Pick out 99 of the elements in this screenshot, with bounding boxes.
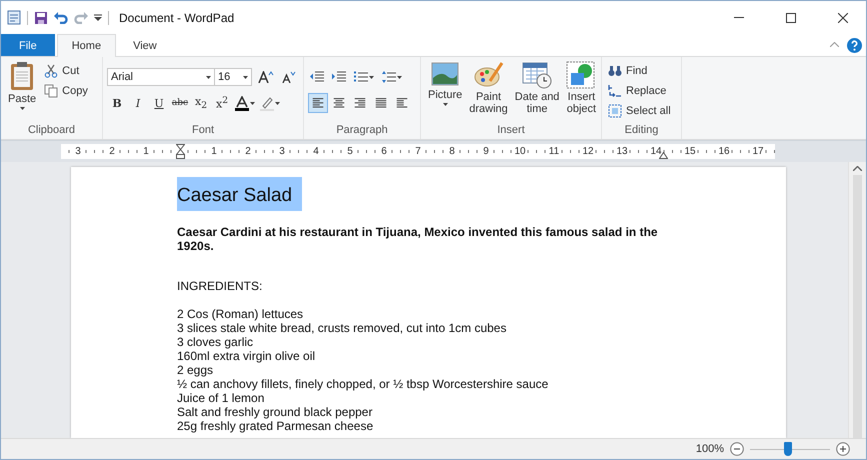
align-paragraph-icon bbox=[395, 97, 409, 109]
editing-button[interactable]: Select all bbox=[606, 101, 673, 121]
font-size-dropdown[interactable]: 16 bbox=[214, 68, 252, 86]
chevron-up-icon bbox=[830, 42, 839, 46]
align-center-icon bbox=[332, 97, 346, 109]
group-label: Clipboard bbox=[26, 124, 76, 138]
caret-icon bbox=[397, 76, 402, 78]
caret-icon bbox=[243, 76, 248, 78]
copy-button[interactable]: Copy bbox=[42, 81, 90, 101]
ruler-number: 15 bbox=[683, 146, 697, 158]
copy-icon bbox=[44, 84, 58, 98]
right-indent-marker-icon[interactable] bbox=[659, 152, 668, 159]
caret-icon bbox=[20, 107, 25, 110]
document-text: Salt and freshly ground black pepper bbox=[177, 405, 374, 419]
group-label: Font bbox=[190, 124, 215, 138]
editing-button[interactable]: Find bbox=[606, 61, 673, 81]
document-page[interactable] bbox=[71, 167, 786, 438]
bullet-list-icon bbox=[354, 71, 368, 83]
text-style-button[interactable]: I bbox=[128, 93, 148, 113]
font-family-dropdown[interactable]: Arial bbox=[107, 68, 215, 86]
editing-button[interactable]: Replace bbox=[606, 81, 673, 101]
landscape-picture-icon bbox=[431, 61, 460, 87]
clipboard-icon bbox=[10, 61, 34, 91]
ruler-number: 13 bbox=[615, 146, 629, 158]
maximize-icon bbox=[786, 12, 796, 22]
replace-icon bbox=[608, 84, 622, 98]
ruler-number: 3 bbox=[278, 146, 286, 158]
select-all-icon bbox=[608, 104, 622, 118]
undo-icon[interactable] bbox=[54, 12, 68, 24]
document-text: 2 eggs bbox=[177, 363, 214, 377]
paragraph-align-button[interactable] bbox=[308, 93, 328, 113]
insert-button[interactable]: Date and time bbox=[512, 61, 562, 124]
file-menu-tab[interactable]: File bbox=[1, 34, 55, 56]
font-color-button[interactable] bbox=[233, 93, 257, 113]
document-text: ½ can anchovy fillets, finely chopped, or ½ tbsp Worcestershire sauce bbox=[177, 377, 550, 391]
group-label: Insert bbox=[496, 124, 526, 138]
ruler-number: 3 bbox=[74, 146, 82, 158]
save-icon[interactable] bbox=[34, 10, 48, 24]
scroll-up-icon[interactable] bbox=[853, 166, 862, 171]
ruler-number: 16 bbox=[717, 146, 731, 158]
help-icon[interactable] bbox=[847, 38, 862, 52]
caret-icon bbox=[250, 102, 255, 104]
window-title: Document - WordPad bbox=[119, 10, 234, 24]
caret-icon bbox=[369, 76, 374, 78]
vertical-scrollbar[interactable] bbox=[848, 162, 866, 438]
caret-icon bbox=[275, 102, 280, 104]
zoom-in-icon[interactable] bbox=[836, 442, 850, 456]
palette-brush-icon bbox=[474, 61, 504, 89]
customize-dropdown-icon[interactable] bbox=[94, 14, 102, 22]
font-color-icon bbox=[235, 96, 249, 110]
insert-button[interactable]: Picture bbox=[425, 61, 466, 124]
highlighter-icon bbox=[260, 96, 274, 110]
document-text: Juice of 1 lemon bbox=[177, 391, 266, 405]
text-style-button[interactable]: x$_{2}$ bbox=[191, 93, 211, 113]
insert-button[interactable]: Insert object bbox=[563, 61, 600, 124]
document-text: 25g freshly grated Parmesan cheese bbox=[177, 419, 374, 433]
text-style-button[interactable]: B bbox=[107, 93, 127, 113]
caret-icon bbox=[206, 76, 211, 78]
ruler-number: 6 bbox=[380, 146, 388, 158]
text-style-button[interactable]: x$^{2}$ bbox=[212, 93, 232, 113]
text-style-button[interactable]: U bbox=[149, 93, 169, 113]
document-heading: Caesar Salad bbox=[177, 177, 302, 211]
insert-button[interactable]: Paint drawing bbox=[466, 61, 511, 124]
ruler-number: 9 bbox=[482, 146, 490, 158]
scissors-icon bbox=[44, 64, 58, 78]
caret-icon bbox=[442, 103, 448, 106]
group-label: Paragraph bbox=[335, 124, 389, 138]
binoculars-icon bbox=[608, 65, 622, 77]
minimize-icon bbox=[734, 17, 744, 18]
shrink-font-icon bbox=[282, 71, 296, 83]
zoom-slider-thumb[interactable] bbox=[784, 442, 792, 456]
calendar-clock-icon bbox=[522, 61, 552, 89]
ruler-number: 10 bbox=[513, 146, 527, 158]
grow-font-icon bbox=[258, 71, 274, 83]
text-style-button[interactable]: abc bbox=[170, 93, 190, 113]
document-text: 160ml extra virgin olive oil bbox=[177, 349, 316, 363]
ruler-number: 5 bbox=[346, 146, 354, 158]
document-icon bbox=[7, 10, 21, 25]
cut-button[interactable]: Cut bbox=[42, 61, 90, 81]
document-text: 3 slices stale white bread, crusts removed, cut into 1cm cubes bbox=[177, 321, 508, 335]
document-text: Caesar Cardini at his restaurant in Tijuana, Mexico invented this famous salad in the 1920s. bbox=[177, 225, 659, 253]
zoom-out-icon[interactable] bbox=[730, 442, 744, 456]
decrease-indent-icon bbox=[310, 71, 324, 83]
group-label: Editing bbox=[624, 124, 660, 138]
ribbon-tab[interactable]: View bbox=[118, 34, 172, 56]
align-justify-icon bbox=[374, 97, 388, 109]
ruler-number: 8 bbox=[448, 146, 456, 158]
ribbon-tab[interactable]: Home bbox=[56, 34, 116, 57]
document-text: INGREDIENTS: bbox=[177, 279, 264, 293]
close-icon bbox=[838, 12, 848, 22]
zoom-level: 100% bbox=[696, 443, 724, 455]
document-text: 2 Cos (Roman) lettuces bbox=[177, 307, 304, 321]
line-spacing-icon bbox=[382, 71, 396, 83]
align-right-icon bbox=[353, 97, 367, 109]
document-text: 3 cloves garlic bbox=[177, 335, 254, 349]
paste-button[interactable]: Paste bbox=[5, 61, 40, 124]
indent-marker-icon[interactable] bbox=[176, 144, 184, 159]
increase-indent-icon bbox=[332, 71, 346, 83]
align-left-icon bbox=[311, 97, 325, 109]
